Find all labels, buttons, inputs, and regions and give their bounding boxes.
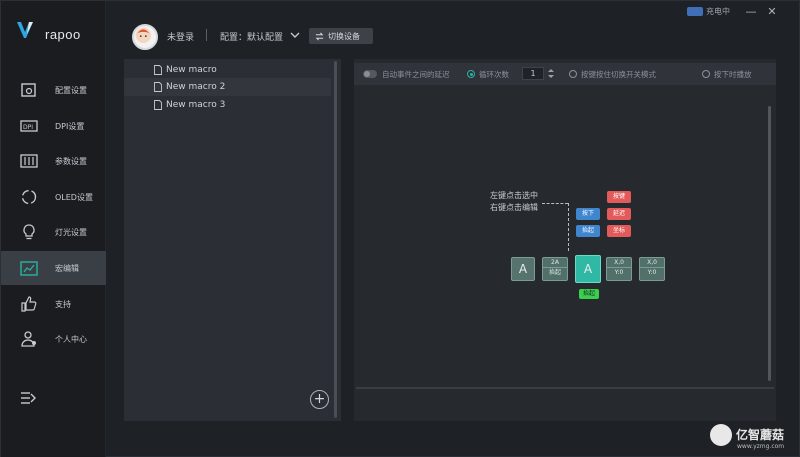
- header-divider: [206, 29, 207, 41]
- key-a-selected[interactable]: A: [575, 255, 601, 283]
- loop-label: 循环次数: [479, 70, 509, 79]
- dpi-icon: DPI: [20, 120, 38, 132]
- hold-radio[interactable]: [569, 70, 577, 78]
- title-bar: 充电中 — ✕: [1, 1, 800, 27]
- document-icon: [154, 100, 162, 110]
- sidebar: rapoo 配置设置 DPI DPI设置 参数设置 OLED设置 灯光设置 宏编…: [1, 1, 106, 457]
- avatar-face-icon: [135, 27, 151, 43]
- macro-list-item[interactable]: New macro 3: [124, 96, 331, 114]
- record-delay-label: 自动事件之间的延迟: [382, 70, 450, 79]
- key-step-2[interactable]: X,0 Y:0: [606, 257, 632, 281]
- delay-toggle[interactable]: [363, 70, 377, 78]
- sidebar-item-lighting[interactable]: 灯光设置: [1, 215, 106, 249]
- release-action-box[interactable]: 抬起: [576, 225, 600, 237]
- sidebar-item-macro[interactable]: 宏编辑: [1, 251, 106, 285]
- hint-right-click: 右键点击编辑: [490, 203, 538, 212]
- editor-vertical-scrollbar[interactable]: [768, 106, 771, 381]
- key-action-box[interactable]: 按键: [607, 191, 631, 203]
- user-name[interactable]: 未登录: [167, 30, 194, 43]
- charging-status: 充电中: [706, 7, 730, 16]
- release-radio[interactable]: [702, 70, 710, 78]
- params-icon: [20, 154, 38, 168]
- coord-action-box[interactable]: 坐标: [607, 225, 631, 237]
- app-window: 充电中 — ✕ rapoo 配置设置 DPI DPI设置 参数设置 OLED设置…: [0, 0, 800, 457]
- delay-action-box[interactable]: 延迟: [607, 208, 631, 220]
- document-icon: [154, 82, 162, 92]
- chevron-down-icon[interactable]: [290, 31, 300, 39]
- document-icon: [154, 65, 162, 75]
- bulb-icon: [23, 224, 35, 240]
- hint-connector-vertical: [568, 203, 569, 251]
- key-step-3[interactable]: X,0 Y:0: [639, 257, 665, 281]
- macro-editor-panel: [354, 59, 776, 421]
- press-action-box[interactable]: 按下: [576, 208, 600, 220]
- macro-icon: [20, 261, 38, 276]
- svg-text:DPI: DPI: [23, 124, 33, 131]
- loop-count-input[interactable]: 1: [522, 67, 544, 80]
- key-step-1[interactable]: 2A 抬起: [542, 257, 568, 281]
- macro-list-panel: New macro New macro 2 New macro 3: [124, 59, 341, 421]
- key-a-left[interactable]: A: [511, 257, 535, 281]
- switch-device-button[interactable]: 切换设备: [309, 28, 373, 44]
- macro-list-item[interactable]: New macro: [124, 61, 331, 79]
- minimize-button[interactable]: —: [743, 5, 759, 19]
- watermark-text: 亿智蘑菇: [736, 428, 785, 442]
- config-selector[interactable]: 配置：默认配置: [220, 30, 283, 43]
- loop-radio[interactable]: [467, 70, 475, 78]
- sidebar-item-params[interactable]: 参数设置: [1, 144, 106, 178]
- hint-left-click: 左键点击选中: [490, 191, 538, 200]
- editor-horizontal-scrollbar[interactable]: [356, 387, 774, 389]
- add-macro-button[interactable]: +: [310, 390, 329, 409]
- oled-icon: [21, 189, 37, 205]
- hint-connector: [542, 203, 568, 204]
- sidebar-item-support[interactable]: 支持: [1, 287, 106, 321]
- sidebar-item-dpi[interactable]: DPI DPI设置: [1, 109, 106, 143]
- macro-list-item[interactable]: New macro 2: [124, 78, 331, 96]
- sidebar-item-oled[interactable]: OLED设置: [1, 180, 106, 214]
- release-mode-label: 按下时播放: [714, 70, 752, 79]
- collapse-menu-icon[interactable]: [20, 390, 36, 406]
- wireless-badge-icon: [687, 7, 703, 16]
- brand-name: rapoo: [45, 27, 81, 42]
- hold-mode-label: 按键按住切换开关模式: [581, 70, 656, 79]
- sidebar-item-profile[interactable]: 个人中心: [1, 322, 106, 356]
- watermark-url: www.yzmg.com: [737, 443, 785, 450]
- stepper-arrows-icon[interactable]: [548, 67, 554, 80]
- release-green-box[interactable]: 抬起: [579, 289, 599, 299]
- avatar[interactable]: [132, 24, 158, 50]
- rapoo-logo-icon: [17, 22, 33, 38]
- close-button[interactable]: ✕: [764, 5, 780, 19]
- thumbs-up-icon: [21, 296, 37, 312]
- sidebar-item-config[interactable]: 配置设置: [1, 73, 106, 107]
- user-icon: [21, 331, 36, 347]
- switch-icon: [315, 32, 324, 40]
- macro-list-scrollbar[interactable]: [334, 61, 337, 418]
- config-icon: [21, 83, 36, 97]
- watermark-logo-icon: [710, 424, 732, 446]
